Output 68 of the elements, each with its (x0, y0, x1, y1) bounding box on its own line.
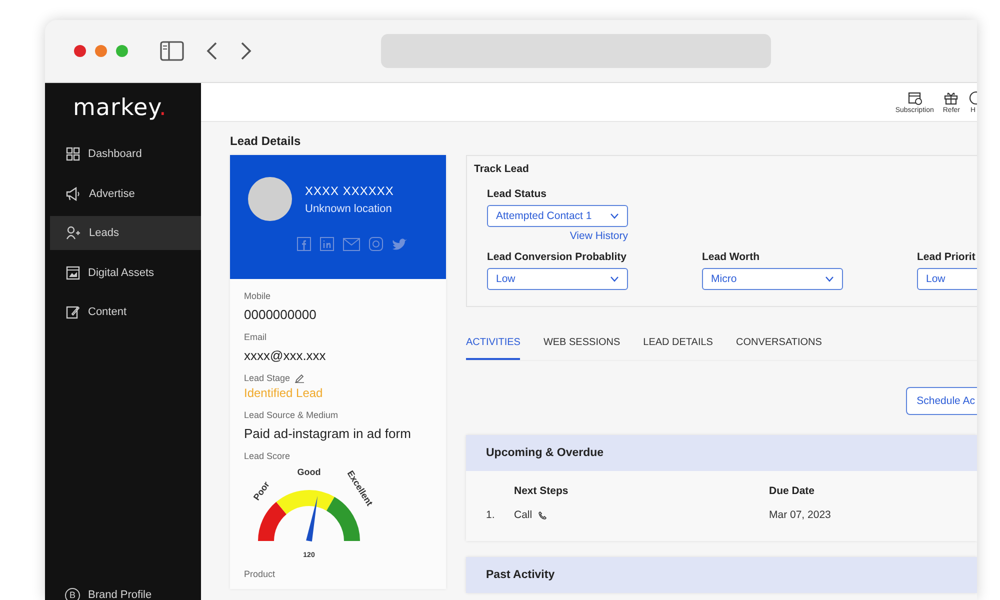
logo: markey. (72, 94, 168, 123)
letter-icon: B (65, 588, 80, 600)
facebook-icon[interactable] (297, 237, 311, 251)
chevron-down-icon (825, 276, 834, 282)
column-header: Next Steps (514, 485, 570, 497)
phone-icon (538, 510, 548, 520)
mail-icon[interactable] (343, 238, 360, 250)
lead-name: XXXX XXXXXX (305, 184, 394, 198)
section-header: Upcoming & Overdue (466, 435, 977, 471)
schedule-button[interactable]: Schedule Ac (906, 387, 977, 415)
avatar (248, 177, 292, 221)
nav-item[interactable]: Digital Assets (45, 256, 201, 290)
tab[interactable]: LEAD DETAILS (643, 337, 713, 360)
field-label: Lead Priorit (917, 251, 976, 263)
person-add-icon (66, 226, 81, 240)
field-label: Lead Source & Medium (244, 410, 340, 420)
field-label: Lead Score (244, 451, 292, 461)
field-label: Lead Stage (244, 373, 290, 383)
edit-icon (66, 305, 80, 319)
gauge-needle (306, 496, 318, 542)
field-value: 0000000000 (244, 307, 318, 322)
pencil-icon[interactable] (295, 374, 304, 382)
page-title: Lead Details (230, 134, 302, 148)
table-cell-text: Mar 07, 2023 (769, 509, 832, 521)
tab[interactable]: CONVERSATIONS (736, 337, 822, 360)
calendar-icon (908, 90, 922, 104)
maximize-window-button[interactable] (116, 45, 128, 57)
dropdown[interactable]: Micro (702, 268, 843, 290)
close-window-button[interactable] (74, 45, 86, 57)
lead-location: Unknown location (305, 202, 393, 214)
gift-icon (944, 90, 958, 104)
instagram-icon[interactable] (369, 237, 383, 251)
gauge-label: Good (297, 467, 321, 477)
field-label: Lead Worth (702, 251, 761, 263)
field-value: xxxx@xxx.xxx (244, 348, 327, 363)
sidebar-toggle-icon[interactable] (160, 41, 184, 61)
image-icon (66, 266, 80, 280)
brand-profile-link[interactable]: B Brand Profile (45, 580, 201, 600)
status-dropdown[interactable]: Attempted Contact 1 (487, 205, 628, 227)
tab[interactable]: WEB SESSIONS (543, 337, 620, 360)
field-label: Lead Conversion Probablity (487, 251, 628, 263)
help-icon (969, 90, 977, 104)
grid-icon (66, 147, 80, 161)
nav-item[interactable]: Content (45, 295, 201, 329)
dropdown[interactable]: Low (487, 268, 628, 290)
field-label: Lead Status (487, 188, 548, 200)
minimize-window-button[interactable] (95, 45, 107, 57)
dropdown[interactable]: Low (917, 268, 977, 290)
field-label: Product (244, 569, 276, 579)
linkedin-icon[interactable] (320, 237, 334, 251)
field-value: Paid ad-instagram in ad form (244, 426, 412, 441)
column-header: Due Date (769, 485, 816, 497)
view-history-link[interactable]: View History (570, 230, 628, 242)
nav-item[interactable]: Dashboard (45, 137, 201, 171)
chevron-down-icon (610, 213, 619, 219)
field-label: Email (244, 332, 268, 342)
tab[interactable]: ACTIVITIES (466, 337, 520, 360)
panel-title: Track Lead (474, 163, 530, 175)
field-value: Identified Lead (244, 386, 324, 400)
nav-item[interactable]: Leads (50, 216, 201, 250)
section-header: Past Activity (466, 557, 977, 593)
bird-icon[interactable] (392, 238, 407, 250)
megaphone-icon (66, 186, 81, 200)
nav-item[interactable]: Advertise (45, 176, 201, 210)
table-cell: Call (514, 509, 532, 521)
field-label: Mobile (244, 291, 272, 301)
row-number: 1. (486, 509, 496, 521)
chevron-down-icon (610, 276, 619, 282)
